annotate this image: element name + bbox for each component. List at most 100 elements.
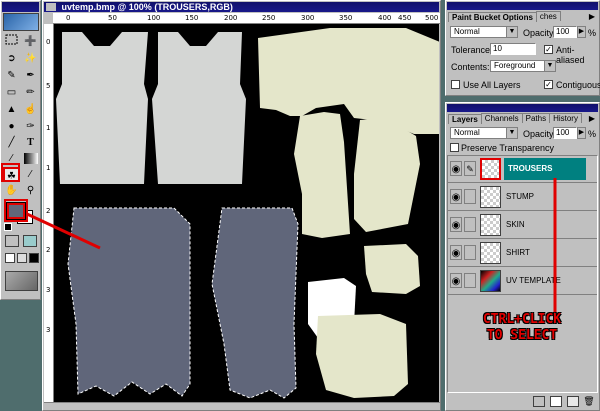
trash-icon[interactable]: 🗑 [583,396,595,407]
chevron-down-icon: ▼ [506,27,517,37]
uv-layout-artwork [56,28,439,399]
document-titlebar[interactable]: uvtemp.bmp @ 100% (TROUSERS,RGB) [44,2,439,12]
quick-mask-icon[interactable] [23,235,37,247]
pen-icon[interactable]: ✑ [22,119,39,134]
magic-wand-icon[interactable]: ✨ [22,51,39,66]
annotation-text: CTRL+CLICK TO SELECT [457,312,587,344]
hand-icon[interactable]: ✋ [3,183,20,198]
opacity-input[interactable]: 100 [553,26,577,38]
text-icon[interactable]: T [22,135,39,150]
new-layer-icon[interactable] [567,396,579,407]
eye-icon[interactable]: ◉ [450,217,462,232]
canvas[interactable] [54,24,439,402]
anti-aliased-checkbox[interactable]: ✓ [544,45,553,54]
tab-paint-bucket-options[interactable]: Paint Bucket Options [448,12,537,22]
layer-opacity-label: Opacity: [523,129,557,139]
layer-row-uv-template[interactable]: ◉ UV TEMPLATE [448,268,597,295]
contents-select[interactable]: Foreground ▼ [490,60,556,72]
layer-row-shirt[interactable]: ◉ SHIRT [448,240,597,267]
eye-icon[interactable]: ◉ [450,273,462,288]
blend-mode-select[interactable]: Normal ▼ [450,26,518,38]
layer-opacity-input[interactable]: 100 [553,127,577,139]
eye-icon[interactable]: ◉ [450,189,462,204]
new-layer-set-icon[interactable] [533,396,545,407]
screen-mode-standard-icon[interactable] [5,253,15,263]
link-slot-icon[interactable] [464,273,476,288]
layer-row-stump[interactable]: ◉ STUMP [448,184,597,211]
tab-layers[interactable]: Layers [448,114,482,124]
gradient-icon[interactable] [24,153,38,164]
layers-menu-arrow-icon[interactable]: ▶ [587,114,597,123]
screen-mode-full-icon[interactable] [29,253,39,263]
link-slot-icon[interactable] [464,189,476,204]
preserve-transparency-checkbox[interactable] [450,143,459,152]
layers-panel: Layers Channels Paths History ▶ Normal ▼ Opa… [445,102,600,411]
tool-highlight-annotation [1,163,20,182]
opacity-percent: % [588,28,597,38]
contents-value: Foreground [494,61,536,70]
rubber-stamp-icon[interactable]: ▲ [3,102,20,117]
layer-blend-mode-select[interactable]: Normal ▼ [450,127,518,139]
ruler-tick: 5 [46,82,51,90]
link-slot-icon[interactable] [464,217,476,232]
toolbox-titlebar[interactable] [2,2,39,12]
document-size-bar[interactable] [44,402,440,410]
eyedropper-icon[interactable]: ⁄ [22,167,39,182]
vertical-ruler: 0 5 1 1 2 2 3 3 [44,24,54,402]
tab-history[interactable]: History [549,113,582,123]
tab-paths[interactable]: Paths [521,113,551,123]
layer-name-trousers: TROUSERS [508,164,553,173]
layer-opacity-stepper-icon[interactable]: ▶ [577,127,586,139]
layer-row-skin[interactable]: ◉ SKIN [448,212,597,239]
tab-channels[interactable]: Channels [480,113,523,123]
link-slot-icon[interactable] [464,245,476,260]
layer-name-uv-template: UV TEMPLATE [506,276,561,285]
jump-to-imageready-icon[interactable] [5,271,38,291]
skin-foot-piece [316,314,408,398]
screen-mode-full-menu-icon[interactable] [17,253,27,263]
ruler-tick: 0 [66,14,71,22]
contiguous-checkbox[interactable]: ✓ [544,80,553,89]
quick-mask-standard-icon[interactable] [5,235,19,247]
line-icon[interactable]: ╱ [3,135,20,150]
panel-menu-arrow-icon[interactable]: ▶ [587,12,597,21]
move-icon[interactable]: ➕ [22,34,39,49]
layer-thumbnail [480,158,501,180]
eraser-icon[interactable]: ▭ [3,85,20,100]
chevron-down-icon: ▼ [544,61,555,71]
marquee-icon[interactable] [3,34,20,49]
tolerance-input[interactable]: 10 [490,43,536,55]
ruler-tick: 3 [46,326,51,334]
ruler-tick: 50 [108,14,117,22]
eye-icon[interactable]: ◉ [450,161,462,176]
default-colors-icon[interactable] [4,223,12,231]
dodge-icon[interactable]: ● [3,119,20,134]
ruler-tick: 1 [46,164,51,172]
photoshop-logo-icon[interactable] [3,13,39,31]
layer-row-trousers[interactable]: ◉ ✎ TROUSERS [448,156,597,183]
eye-icon[interactable]: ◉ [450,245,462,260]
opacity-stepper-icon[interactable]: ▶ [577,26,586,38]
layer-opacity-percent: % [588,129,597,139]
skin-arm-right [354,118,420,232]
ruler-tick: 2 [46,246,51,254]
layers-panel-titlebar[interactable] [447,104,598,112]
ruler-tick: 150 [185,14,199,22]
color-highlight-annotation [4,199,28,222]
tab-swatches[interactable]: ches [535,11,561,21]
use-all-layers-checkbox[interactable] [451,80,460,89]
airbrush-icon[interactable]: ✎ [3,68,20,83]
add-mask-icon[interactable] [550,396,562,407]
layer-blend-mode-value: Normal [454,128,480,137]
paintbrush-icon[interactable]: ✒ [22,68,39,83]
smudge-icon[interactable]: ☝ [22,102,39,117]
pencil-icon[interactable]: ✏ [22,85,39,100]
ruler-tick: 0 [46,38,51,46]
paintbrush-icon[interactable]: ✎ [464,161,476,176]
zoom-icon[interactable]: ⚲ [22,183,39,198]
layer-name-stump: STUMP [506,192,534,201]
opacity-value: 100 [556,27,570,36]
horizontal-ruler: 0 50 100 150 200 250 300 350 400 450 500 [53,13,440,24]
options-panel-titlebar[interactable] [447,2,598,10]
lasso-icon[interactable]: ➲ [3,51,20,66]
